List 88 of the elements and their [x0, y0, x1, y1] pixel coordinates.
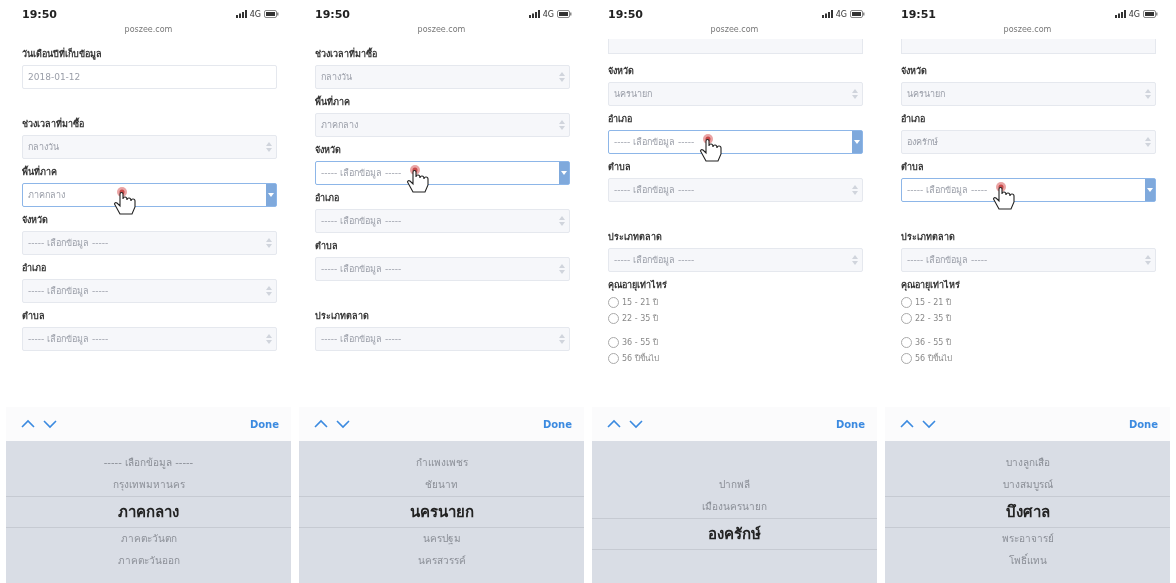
field-label: ประเภทตลาด: [315, 310, 369, 323]
field-label: จังหวัด: [608, 65, 634, 78]
picker-option[interactable]: นครปฐม: [422, 528, 461, 550]
field-label: จังหวัด: [901, 65, 927, 78]
picker-option[interactable]: ภาคตะวันตก: [120, 528, 177, 550]
url-text: poszee.com: [1003, 24, 1052, 36]
radio-label: 22 - 35 ปี: [915, 313, 951, 325]
field-label: อำเภอ: [608, 113, 632, 126]
select-field[interactable]: ----- เลือกข้อมูล -----: [315, 209, 570, 233]
field-label: อำเภอ: [315, 192, 339, 205]
radio-label: 22 - 35 ปี: [622, 313, 658, 325]
field-label: ประเภทตลาด: [608, 231, 662, 244]
field-label: จังหวัด: [22, 214, 48, 227]
network-label: 4G: [1128, 9, 1140, 19]
done-button[interactable]: Done: [249, 418, 279, 430]
select-field[interactable]: กลางวัน: [22, 135, 277, 159]
picker-option[interactable]: ภาคกลาง: [6, 496, 291, 528]
picker-option[interactable]: ปากพลี: [719, 474, 750, 496]
picker-option[interactable]: บึงศาล: [885, 496, 1170, 528]
select-field[interactable]: ----- เลือกข้อมูล -----: [901, 178, 1156, 202]
field-label: ประเภทตลาด: [901, 231, 955, 244]
field-label: ตำบล: [901, 161, 924, 174]
select-field[interactable]: ----- เลือกข้อมูล -----: [22, 327, 277, 351]
picker-wheel[interactable]: บางลูกเสือ บางสมบูรณ์ บึงศาล พระอาจารย์ โพธิ์แทน: [885, 441, 1170, 583]
question-label: คุณอายุเท่าไหร่: [901, 279, 960, 292]
network-label: 4G: [542, 9, 554, 19]
select-field[interactable]: ภาคกลาง: [315, 113, 570, 137]
field-label: ช่วงเวลาที่มาซื้อ: [315, 47, 377, 61]
url-text: poszee.com: [417, 24, 466, 36]
select-field[interactable]: ----- เลือกข้อมูล -----: [608, 130, 863, 154]
select-field[interactable]: กลางวัน: [315, 65, 570, 89]
picker-wheel[interactable]: ----- เลือกข้อมูล ----- กรุงเทพมหานคร ภาคกลาง ภาคตะวันตก ภาคตะวันออก: [6, 441, 291, 583]
select-field[interactable]: ----- เลือกข้อมูล -----: [22, 231, 277, 255]
select-field[interactable]: ----- เลือกข้อมูล -----: [901, 248, 1156, 272]
radio-label: 15 - 21 ปี: [622, 297, 658, 309]
status-time: 19:50: [22, 7, 57, 21]
question-label: คุณอายุเท่าไหร่: [608, 279, 667, 292]
select-field[interactable]: นครนายก: [901, 82, 1156, 106]
status-time: 19:50: [315, 7, 350, 21]
done-button[interactable]: Done: [835, 418, 865, 430]
field-label: ตำบล: [315, 240, 338, 253]
picker-option[interactable]: เมืองนครนายก: [702, 496, 767, 518]
picker-option[interactable]: ภาคตะวันออก: [117, 550, 180, 572]
picker-option[interactable]: ชัยนาท: [425, 474, 458, 496]
select-field[interactable]: ----- เลือกข้อมูล -----: [22, 279, 277, 303]
select-field[interactable]: ----- เลือกข้อมูล -----: [315, 327, 570, 351]
field-label: วันเดือนปีที่เก็บข้อมูล: [22, 47, 102, 61]
select-field[interactable]: ----- เลือกข้อมูล -----: [315, 161, 570, 185]
field-label: พื้นที่ภาค: [315, 95, 350, 109]
field-label: จังหวัด: [315, 144, 341, 157]
picker-wheel[interactable]: กำแพงเพชร ชัยนาท นครนายก นครปฐม นครสวรรค์: [299, 441, 584, 583]
field-label: อำเภอ: [22, 262, 46, 275]
radio-label: 15 - 21 ปี: [915, 297, 951, 309]
picker-option[interactable]: บางลูกเสือ: [1005, 452, 1050, 474]
field-label: อำเภอ: [901, 113, 925, 126]
picker-wheel[interactable]: ปากพลี เมืองนครนายก องครักษ์: [592, 441, 877, 583]
input-field[interactable]: 2018-01-12: [22, 65, 277, 89]
radio-label: 36 - 55 ปี: [915, 337, 951, 349]
picker-option[interactable]: นครสวรรค์: [417, 550, 466, 572]
status-time: 19:50: [608, 7, 643, 21]
select-field[interactable]: องครักษ์: [901, 130, 1156, 154]
select-field[interactable]: นครนายก: [608, 82, 863, 106]
radio-label: 56 ปีขึ้นไป: [622, 352, 659, 365]
picker-option[interactable]: พระอาจารย์: [1001, 528, 1054, 550]
url-text: poszee.com: [124, 24, 173, 36]
status-time: 19:51: [901, 7, 936, 21]
radio-label: 56 ปีขึ้นไป: [915, 352, 952, 365]
done-button[interactable]: Done: [1128, 418, 1158, 430]
network-label: 4G: [249, 9, 261, 19]
url-text: poszee.com: [710, 24, 759, 36]
select-field[interactable]: ภาคกลาง: [22, 183, 277, 207]
done-button[interactable]: Done: [542, 418, 572, 430]
picker-option[interactable]: กำแพงเพชร: [415, 452, 468, 474]
field-label: ช่วงเวลาที่มาซื้อ: [22, 117, 84, 131]
picker-option[interactable]: กรุงเทพมหานคร: [112, 474, 185, 496]
select-field[interactable]: ----- เลือกข้อมูล -----: [608, 178, 863, 202]
picker-option[interactable]: บางสมบูรณ์: [1002, 474, 1053, 496]
picker-option[interactable]: ----- เลือกข้อมูล -----: [103, 452, 194, 474]
picker-option[interactable]: นครนายก: [299, 496, 584, 528]
picker-option[interactable]: องครักษ์: [592, 518, 877, 550]
select-field[interactable]: ----- เลือกข้อมูล -----: [315, 257, 570, 281]
field-label: พื้นที่ภาค: [22, 165, 57, 179]
field-label: ตำบล: [22, 310, 45, 323]
network-label: 4G: [835, 9, 847, 19]
field-label: ตำบล: [608, 161, 631, 174]
picker-option[interactable]: โพธิ์แทน: [1008, 550, 1047, 572]
radio-label: 36 - 55 ปี: [622, 337, 658, 349]
select-field[interactable]: ----- เลือกข้อมูล -----: [608, 248, 863, 272]
